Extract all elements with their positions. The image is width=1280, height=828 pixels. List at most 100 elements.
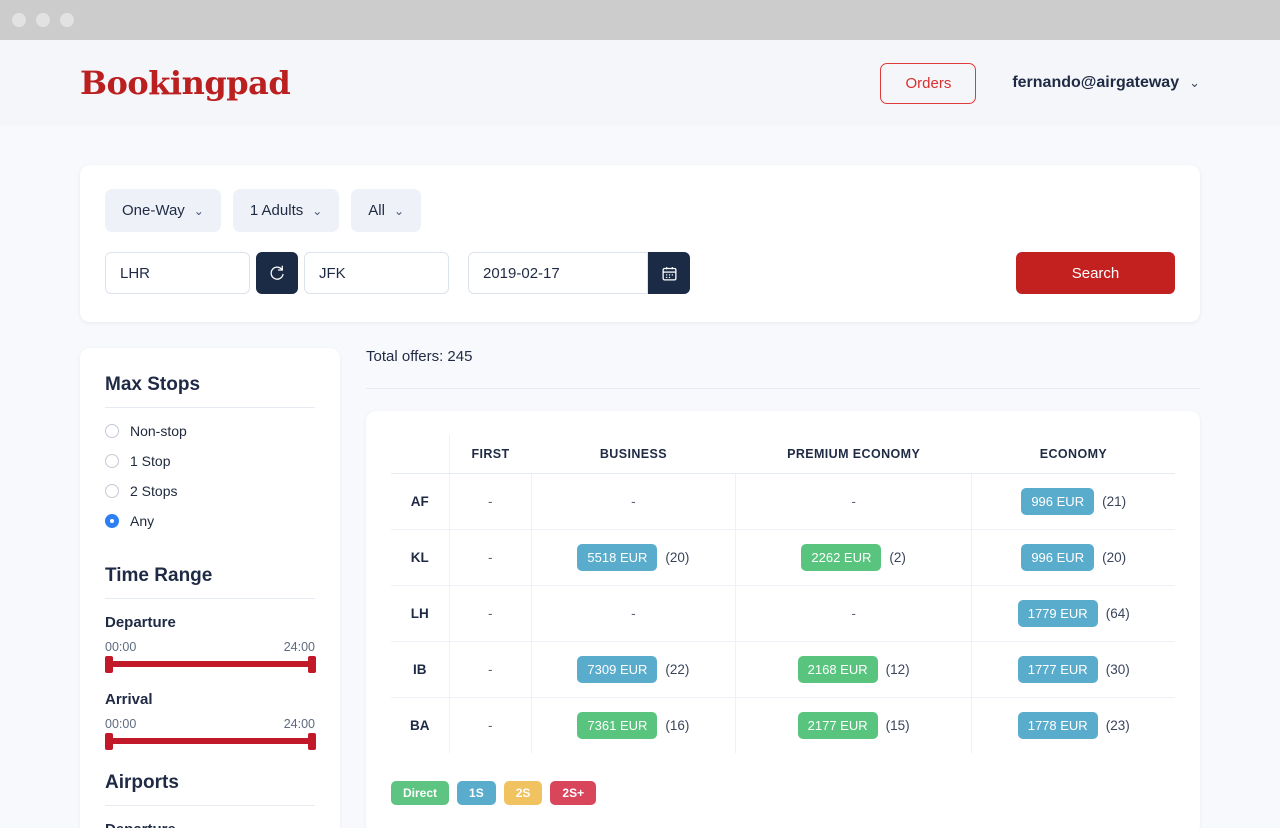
origin-input[interactable] [105, 252, 250, 294]
passengers-value: 1 Adults [250, 202, 303, 219]
radio-icon [105, 424, 119, 438]
fare-entry: 2262 EUR(2) [801, 544, 905, 571]
departure-min-time: 00:00 [105, 640, 136, 654]
fare-entry: 996 EUR(21) [1021, 488, 1126, 515]
total-offers-label: Total offers: 245 [366, 348, 1200, 389]
column-header-premium-economy: PREMIUM ECONOMY [735, 435, 972, 474]
filter-option-non-stop[interactable]: Non-stop [105, 423, 315, 439]
fare-cell: 1777 EUR(30) [972, 642, 1175, 698]
filter-option-1-stop[interactable]: 1 Stop [105, 453, 315, 469]
fares-table: FIRST BUSINESS PREMIUM ECONOMY ECONOMY A… [391, 435, 1175, 753]
legend-1-stop[interactable]: 1S [457, 781, 496, 805]
departure-slider-handle-min[interactable] [105, 656, 113, 673]
no-fare-placeholder: - [851, 494, 856, 509]
app-header: Bookingpad Orders fernando@airgateway ⌄ [0, 40, 1280, 126]
fare-price-badge[interactable]: 7309 EUR [577, 656, 657, 683]
no-fare-placeholder: - [488, 606, 493, 621]
legend-direct[interactable]: Direct [391, 781, 449, 805]
departure-slider-track[interactable] [105, 661, 315, 667]
fare-price-badge[interactable]: 996 EUR [1021, 488, 1094, 515]
fare-price-badge[interactable]: 2177 EUR [798, 712, 878, 739]
window-maximize-dot[interactable] [60, 13, 74, 27]
fare-cell: 996 EUR(21) [972, 474, 1175, 530]
no-fare-placeholder: - [488, 494, 493, 509]
window-minimize-dot[interactable] [36, 13, 50, 27]
fare-entry: 2177 EUR(15) [798, 712, 910, 739]
arrival-slider-handle-min[interactable] [105, 733, 113, 750]
fare-entry: 996 EUR(20) [1021, 544, 1126, 571]
departure-time-filter: Departure 00:00 24:00 [105, 614, 315, 667]
orders-button[interactable]: Orders [880, 63, 976, 104]
fare-price-badge[interactable]: 1777 EUR [1018, 656, 1098, 683]
fare-cell: - [449, 474, 532, 530]
cabin-value: All [368, 202, 385, 219]
fare-price-badge[interactable]: 1779 EUR [1018, 600, 1098, 627]
fare-cell: 2262 EUR(2) [735, 530, 972, 586]
user-menu[interactable]: fernando@airgateway ⌄ [1012, 74, 1200, 92]
calendar-button[interactable] [648, 252, 690, 294]
fare-price-badge[interactable]: 2168 EUR [798, 656, 878, 683]
time-range-title: Time Range [105, 565, 315, 599]
no-fare-placeholder: - [488, 662, 493, 677]
destination-input[interactable] [304, 252, 449, 294]
app-logo[interactable]: Bookingpad [80, 64, 290, 102]
date-input[interactable] [468, 252, 648, 294]
radio-icon [105, 454, 119, 468]
legend-2-plus-stops[interactable]: 2S+ [550, 781, 596, 805]
departure-slider-handle-max[interactable] [308, 656, 316, 673]
row-airline-code: LH [391, 586, 449, 642]
fare-entry: 1778 EUR(23) [1018, 712, 1130, 739]
column-header-airline [391, 435, 449, 474]
table-row: KL-5518 EUR(20)2262 EUR(2)996 EUR(20) [391, 530, 1175, 586]
filter-option-2-stops[interactable]: 2 Stops [105, 483, 315, 499]
fare-entry: 1777 EUR(30) [1018, 656, 1130, 683]
search-button[interactable]: Search [1016, 252, 1175, 294]
header-actions: Orders fernando@airgateway ⌄ [880, 63, 1200, 104]
departure-max-time: 24:00 [284, 640, 315, 654]
window-chrome [0, 0, 1280, 40]
column-header-economy: ECONOMY [972, 435, 1175, 474]
fare-cell: 996 EUR(20) [972, 530, 1175, 586]
arrival-slider-handle-max[interactable] [308, 733, 316, 750]
chevron-down-icon: ⌄ [1189, 75, 1200, 91]
stops-legend: Direct 1S 2S 2S+ [391, 781, 1175, 805]
fare-price-badge[interactable]: 2262 EUR [801, 544, 881, 571]
fare-cell: - [449, 642, 532, 698]
no-fare-placeholder: - [488, 550, 493, 565]
legend-2-stops[interactable]: 2S [504, 781, 543, 805]
trip-type-dropdown[interactable]: One-Way ⌄ [105, 189, 221, 232]
no-fare-placeholder: - [631, 494, 636, 509]
fare-cell: 2177 EUR(15) [735, 698, 972, 754]
departure-range-values: 00:00 24:00 [105, 640, 315, 654]
fare-cell: 1779 EUR(64) [972, 586, 1175, 642]
fare-price-badge[interactable]: 1778 EUR [1018, 712, 1098, 739]
results-panel: FIRST BUSINESS PREMIUM ECONOMY ECONOMY A… [366, 411, 1200, 828]
fare-count: (12) [886, 662, 910, 677]
table-header-row: FIRST BUSINESS PREMIUM ECONOMY ECONOMY [391, 435, 1175, 474]
passengers-dropdown[interactable]: 1 Adults ⌄ [233, 189, 339, 232]
table-row: BA-7361 EUR(16)2177 EUR(15)1778 EUR(23) [391, 698, 1175, 754]
filters-sidebar: Max Stops Non-stop 1 Stop 2 Stops Any Ti… [80, 348, 340, 828]
fare-entry: 2168 EUR (12) [798, 656, 910, 683]
search-fields: Search [105, 252, 1175, 294]
fare-price-badge[interactable]: 5518 EUR [577, 544, 657, 571]
fare-entry: 5518 EUR(20) [577, 544, 689, 571]
row-airline-code: IB [391, 642, 449, 698]
main-body: Max Stops Non-stop 1 Stop 2 Stops Any Ti… [80, 348, 1200, 828]
fare-cell: - [449, 530, 532, 586]
arrival-min-time: 00:00 [105, 717, 136, 731]
swap-airports-button[interactable] [256, 252, 298, 294]
table-row: IB-7309 EUR(22)2168 EUR(12)1777 EUR(30) [391, 642, 1175, 698]
user-email-label: fernando@airgateway [1012, 74, 1179, 92]
fare-cell: - [735, 474, 972, 530]
fare-price-badge[interactable]: 7361 EUR [577, 712, 657, 739]
fares-table-head: FIRST BUSINESS PREMIUM ECONOMY ECONOMY [391, 435, 1175, 474]
swap-icon [268, 264, 286, 282]
filter-option-any[interactable]: Any [105, 513, 315, 529]
fare-price-badge[interactable]: 996 EUR [1021, 544, 1094, 571]
fares-table-body: AF---996 EUR(21)KL-5518 EUR(20)2262 EUR(… [391, 474, 1175, 754]
window-close-dot[interactable] [12, 13, 26, 27]
arrival-slider-track[interactable] [105, 738, 315, 744]
cabin-dropdown[interactable]: All ⌄ [351, 189, 421, 232]
fare-cell: - [449, 698, 532, 754]
